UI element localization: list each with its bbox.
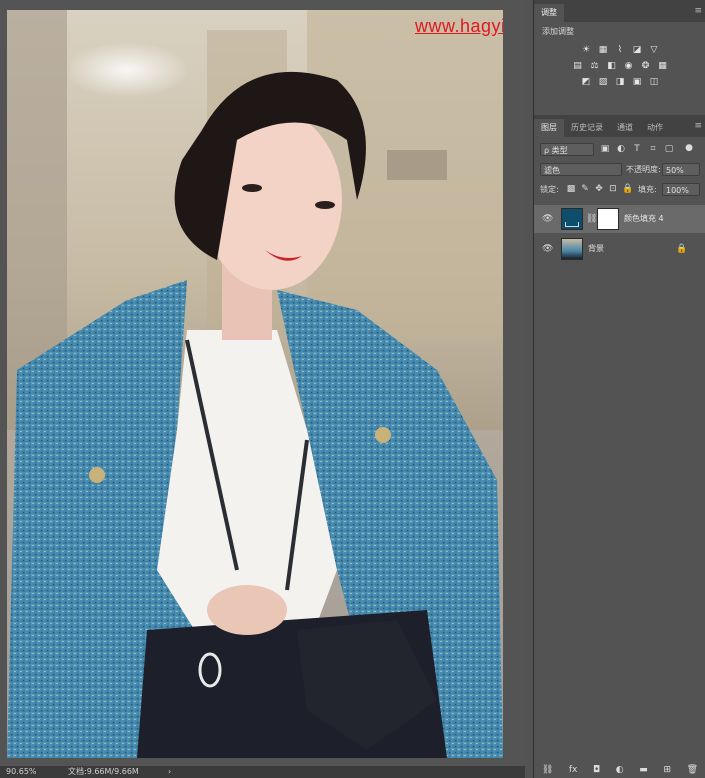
adjustment-icon-row-1: ☀ ▦ ⌇ ◪ ▽	[534, 45, 705, 55]
layers-menu-icon[interactable]: ≡	[694, 121, 702, 131]
lock-transparent-icon[interactable]: ▩	[566, 184, 576, 194]
watermark-text: www.hagyinanshej.com	[415, 16, 503, 36]
layer-background[interactable]: 👁 背景 🔒	[534, 235, 705, 263]
lock-row: 锁定: ▩ ✎ ✥ ⊡ 🔒 填充: 100%	[534, 181, 705, 199]
tab-channels[interactable]: 通道	[610, 119, 640, 137]
zoom-level[interactable]: 90.65%	[6, 766, 37, 778]
layers-tabbar: 图层 历史记录 通道 动作 ≡	[534, 115, 705, 137]
layers-panel: 图层 历史记录 通道 动作 ≡ ρ 类型 ▣ ◐ T ⌗ ▢ ● 滤色 不透明度…	[534, 115, 705, 265]
status-menu-arrow-icon[interactable]: ›	[168, 766, 171, 778]
delete-layer-icon[interactable]: 🗑	[687, 765, 698, 775]
layer-name[interactable]: 颜色填充 4	[624, 213, 664, 224]
tab-actions[interactable]: 动作	[640, 119, 670, 137]
hue-saturation-icon[interactable]: ▤	[573, 61, 583, 71]
link-layers-icon[interactable]: ⛓	[542, 765, 553, 775]
threshold-icon[interactable]: ◨	[615, 77, 625, 87]
layer-filter-dropdown[interactable]: ρ 类型	[540, 143, 594, 156]
filter-smart-object-icon[interactable]: ▢	[664, 144, 674, 154]
selective-color-icon[interactable]: ◫	[649, 77, 659, 87]
new-layer-icon[interactable]: ⊞	[663, 765, 671, 775]
adjustments-tabbar: 调整 ≡	[534, 0, 705, 22]
exposure-icon[interactable]: ◪	[632, 45, 642, 55]
layer-mask-thumbnail[interactable]	[597, 208, 619, 230]
canvas-area[interactable]: www.hagyinanshej.com	[0, 0, 525, 766]
vibrance-icon[interactable]: ▽	[649, 45, 659, 55]
add-adjustment-title: 添加调整	[542, 27, 574, 36]
color-balance-icon[interactable]: ⚖	[590, 61, 600, 71]
lock-image-icon[interactable]: ✎	[580, 184, 590, 194]
lock-label: 锁定:	[540, 185, 559, 194]
gradient-map-icon[interactable]: ▣	[632, 77, 642, 87]
status-bar: 90.65% 文档:9.66M/9.66M ›	[0, 766, 525, 778]
filter-type-icon[interactable]: T	[632, 144, 642, 154]
document-size: 文档:9.66M/9.66M	[68, 767, 139, 776]
blend-row: 滤色 不透明度: 50%	[534, 161, 705, 179]
layer-lock-icon: 🔒	[676, 244, 688, 254]
opacity-field[interactable]: 50%	[662, 163, 700, 176]
fill-label: 填充:	[638, 185, 657, 194]
opacity-label: 不透明度:	[626, 165, 661, 174]
filter-pixel-icon[interactable]: ▣	[600, 144, 610, 154]
lock-position-icon[interactable]: ✥	[594, 184, 604, 194]
levels-icon[interactable]: ▦	[598, 45, 608, 55]
black-white-icon[interactable]: ◧	[607, 61, 617, 71]
panel-dock: 调整 ≡ 添加调整 ☀ ▦ ⌇ ◪ ▽ ▤ ⚖ ◧ ◉ ❂ ▦ ◩ ▨ ◨ ▣ …	[533, 0, 705, 778]
adjustment-icon-row-3: ◩ ▨ ◨ ▣ ◫	[534, 77, 705, 87]
invert-icon[interactable]: ◩	[581, 77, 591, 87]
adjustment-icon-row-2: ▤ ⚖ ◧ ◉ ❂ ▦	[534, 61, 705, 71]
adjustment-layer-icon[interactable]: ◐	[616, 765, 624, 775]
blend-mode-dropdown[interactable]: 滤色	[540, 163, 622, 176]
filter-adjustment-icon[interactable]: ◐	[616, 144, 626, 154]
layer-style-fx-icon[interactable]: fx	[569, 765, 578, 775]
visibility-eye-icon[interactable]: 👁	[542, 244, 553, 254]
color-lookup-icon[interactable]: ▦	[658, 61, 668, 71]
visibility-eye-icon[interactable]: 👁	[542, 214, 553, 224]
filter-shape-icon[interactable]: ⌗	[648, 144, 658, 154]
add-mask-icon[interactable]: ◘	[593, 765, 600, 775]
layer-name[interactable]: 背景	[588, 243, 604, 254]
fill-field[interactable]: 100%	[662, 183, 700, 196]
layers-bottom-toolbar: ⛓ fx ◘ ◐ ▬ ⊞ 🗑	[534, 762, 705, 778]
tab-history[interactable]: 历史记录	[564, 119, 610, 137]
photo-canvas[interactable]: www.hagyinanshej.com	[7, 10, 503, 758]
brightness-contrast-icon[interactable]: ☀	[581, 45, 591, 55]
fill-layer-thumbnail	[561, 208, 583, 230]
panel-menu-icon[interactable]: ≡	[694, 6, 702, 16]
portrait-image	[7, 10, 503, 758]
curves-icon[interactable]: ⌇	[615, 45, 625, 55]
background-thumbnail	[561, 238, 583, 260]
lock-all-icon[interactable]: 🔒	[622, 184, 633, 194]
photo-filter-icon[interactable]: ◉	[624, 61, 634, 71]
filter-row: ρ 类型 ▣ ◐ T ⌗ ▢ ●	[534, 141, 705, 159]
link-chain-icon[interactable]: ⛓	[586, 214, 597, 224]
layer-list: 👁 ⛓ 颜色填充 4 👁 背景 🔒	[534, 205, 705, 265]
tab-adjustments[interactable]: 调整	[534, 4, 564, 22]
layer-color-fill[interactable]: 👁 ⛓ 颜色填充 4	[534, 205, 705, 233]
posterize-icon[interactable]: ▨	[598, 77, 608, 87]
tab-layers[interactable]: 图层	[534, 119, 564, 137]
lock-artboard-icon[interactable]: ⊡	[608, 184, 618, 194]
filter-toggle-icon[interactable]: ●	[684, 143, 694, 153]
new-group-icon[interactable]: ▬	[639, 765, 648, 775]
channel-mixer-icon[interactable]: ❂	[641, 61, 651, 71]
